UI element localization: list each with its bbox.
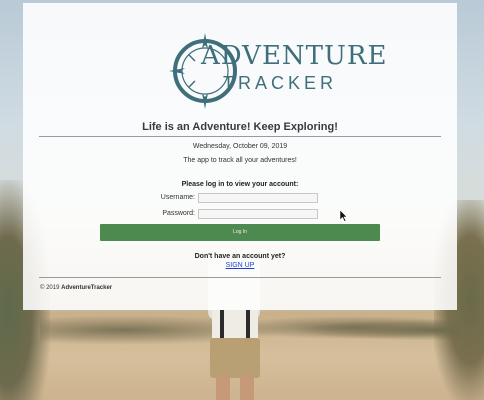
- logo-text-adventure: ADVENTURE: [201, 41, 388, 71]
- username-label: Username:: [160, 194, 195, 201]
- footer-copyright: © 2019: [40, 285, 60, 291]
- login-prompt: Please log in to view your account:: [181, 181, 299, 188]
- password-label: Password:: [162, 210, 195, 217]
- app-description: The app to track all your adventures!: [183, 157, 297, 164]
- signup-link[interactable]: SIGN UP: [23, 262, 457, 269]
- footer-brand: AdventureTracker: [61, 285, 113, 291]
- footer-divider: [39, 277, 441, 278]
- logo-text-tracker: TRACKER: [223, 73, 338, 93]
- password-input[interactable]: [198, 209, 318, 219]
- password-row: Password:: [23, 209, 457, 220]
- tagline: Life is an Adventure! Keep Exploring!: [142, 121, 338, 133]
- username-input[interactable]: [198, 193, 318, 203]
- login-button[interactable]: Log In: [100, 224, 380, 241]
- mouse-cursor-icon: [340, 210, 348, 222]
- signup-question: Don't have an account yet?: [194, 253, 286, 260]
- login-card: ADVENTURE TRACKER Life is an Adventure! …: [23, 3, 457, 310]
- username-row: Username:: [23, 193, 457, 204]
- app-logo: ADVENTURE TRACKER: [167, 29, 386, 113]
- footer: © 2019 AdventureTracker: [40, 285, 112, 291]
- current-date: Wednesday, October 09, 2019: [192, 143, 288, 150]
- divider: [39, 136, 441, 137]
